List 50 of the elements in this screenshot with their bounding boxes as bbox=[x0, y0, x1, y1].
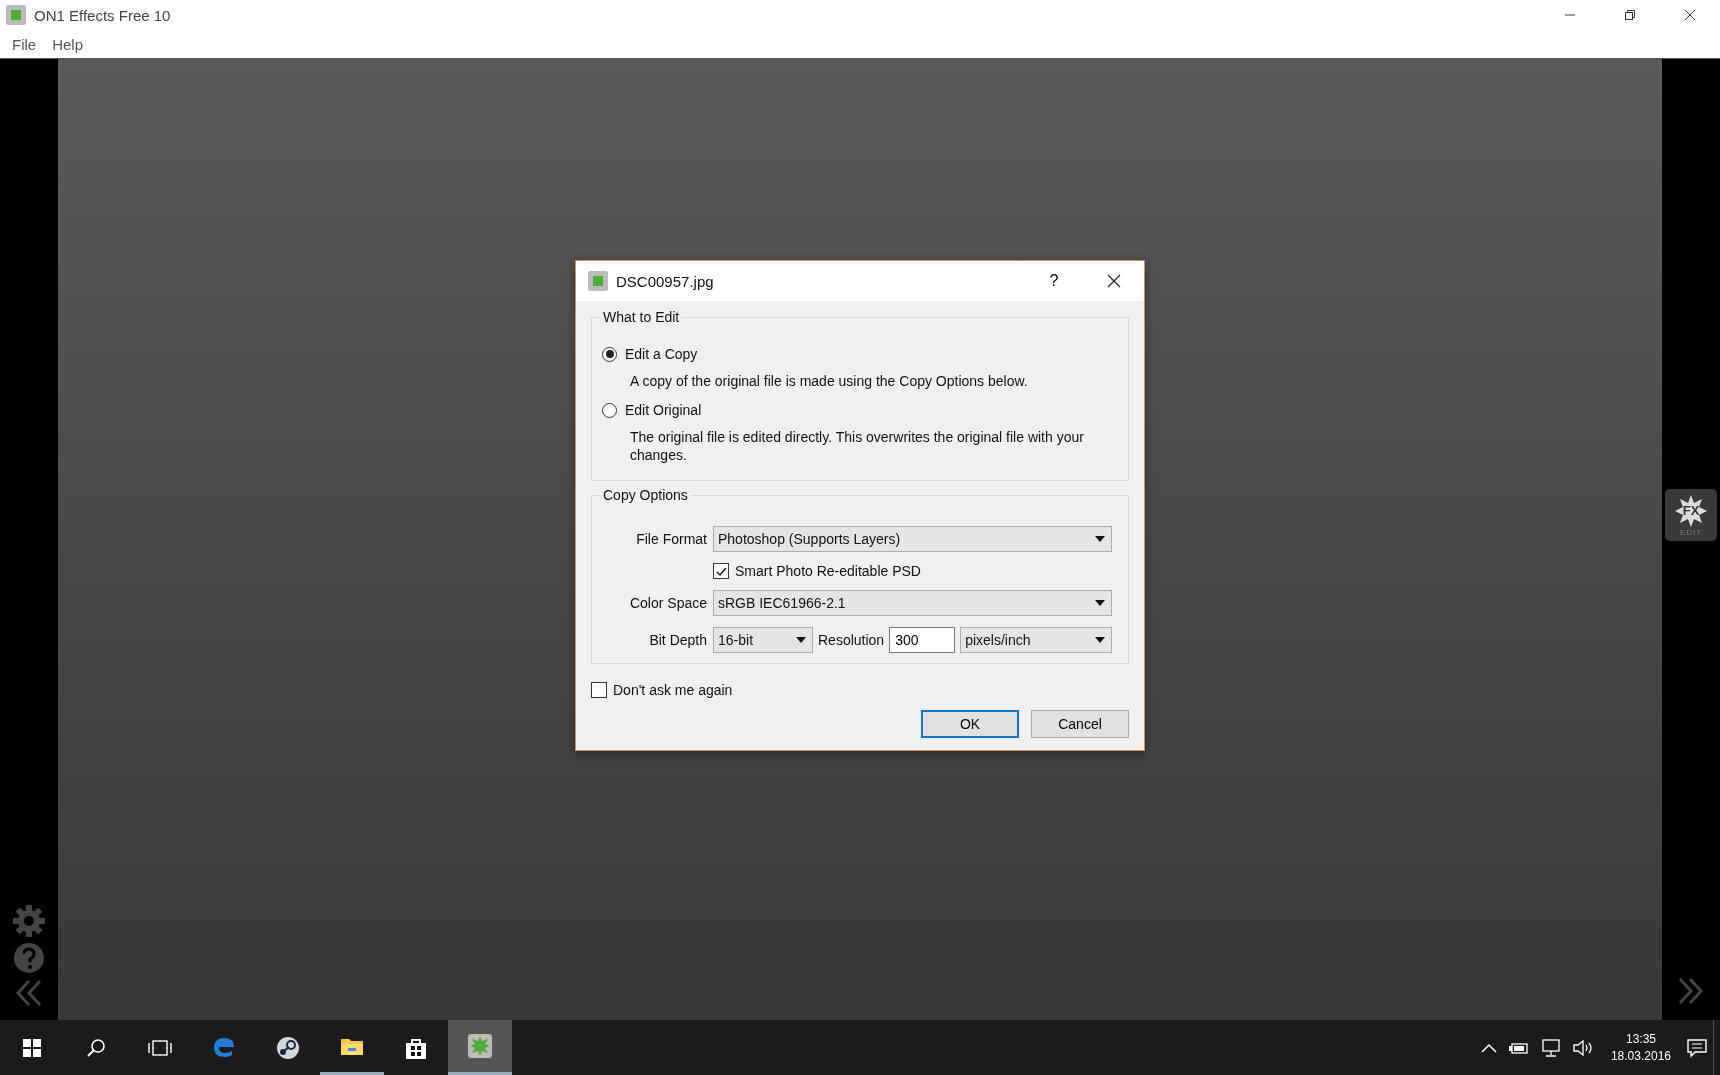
checkbox-label[interactable]: Don't ask me again bbox=[613, 682, 733, 698]
caret-icon bbox=[1095, 637, 1106, 643]
field-label: Bit Depth bbox=[648, 632, 707, 648]
group-title: What to Edit bbox=[600, 309, 683, 325]
option-description: The original file is edited directly. This overwrites the original file with your changes. bbox=[630, 428, 1085, 464]
option-description: A copy of the original file is made using the Copy Options below. bbox=[630, 372, 1029, 390]
resolution-field[interactable]: 300 bbox=[889, 627, 956, 653]
app-logo-icon bbox=[6, 5, 26, 25]
dropdown[interactable]: sRGB IEC61966-2.1 bbox=[713, 590, 1113, 616]
close-icon bbox=[1684, 9, 1696, 21]
caret-icon bbox=[796, 637, 806, 643]
checkbox[interactable] bbox=[591, 682, 607, 698]
checkbox[interactable] bbox=[713, 563, 729, 579]
menu-item[interactable]: Help bbox=[44, 35, 92, 53]
field-label: Color Space bbox=[628, 595, 707, 611]
menu-item[interactable]: File bbox=[4, 35, 45, 53]
dropdown[interactable]: pixels/inch bbox=[960, 627, 1113, 653]
dropdown[interactable]: 16-bit bbox=[713, 627, 813, 653]
task-view-icon bbox=[148, 1038, 172, 1057]
radio-button[interactable] bbox=[602, 346, 617, 362]
clock-date[interactable]: 18.03.2016 bbox=[1610, 1047, 1671, 1065]
search-icon bbox=[86, 1037, 106, 1058]
help-button[interactable]: ? bbox=[1024, 261, 1084, 301]
clock-time[interactable]: 13:35 bbox=[1625, 1030, 1656, 1048]
field-label: Resolution bbox=[818, 632, 885, 648]
app-logo-icon bbox=[588, 271, 608, 291]
battery-icon[interactable] bbox=[1508, 1040, 1529, 1055]
dropdown[interactable]: Photoshop (Supports Layers) bbox=[713, 526, 1113, 552]
steam-icon bbox=[275, 1034, 301, 1061]
radio-button[interactable] bbox=[602, 402, 617, 418]
volume-icon[interactable] bbox=[1572, 1038, 1595, 1057]
restore-icon bbox=[1624, 9, 1636, 21]
close-icon bbox=[1107, 274, 1121, 288]
radio-label[interactable]: Edit a Copy bbox=[625, 346, 698, 362]
caret-icon bbox=[1095, 536, 1106, 542]
dialog-title: DSC00957.jpg bbox=[616, 272, 714, 290]
cancel-button[interactable]: Cancel bbox=[1031, 710, 1129, 738]
star-icon bbox=[1674, 493, 1708, 528]
window-title: ON1 Effects Free 10 bbox=[34, 6, 171, 24]
app-logo-icon bbox=[467, 1033, 493, 1059]
checkbox-label[interactable]: Smart Photo Re-editable PSD bbox=[735, 563, 921, 579]
network-icon[interactable] bbox=[1540, 1038, 1561, 1057]
ok-button[interactable]: OK bbox=[921, 710, 1019, 738]
radio-label[interactable]: Edit Original bbox=[625, 402, 702, 418]
chevron-up-icon[interactable] bbox=[1480, 1042, 1497, 1053]
field-label: File Format bbox=[635, 531, 707, 547]
caret-icon bbox=[1095, 600, 1106, 606]
notification-icon[interactable] bbox=[1687, 1037, 1707, 1058]
group-title: Copy Options bbox=[600, 487, 691, 503]
windows-logo-icon bbox=[23, 1038, 41, 1057]
